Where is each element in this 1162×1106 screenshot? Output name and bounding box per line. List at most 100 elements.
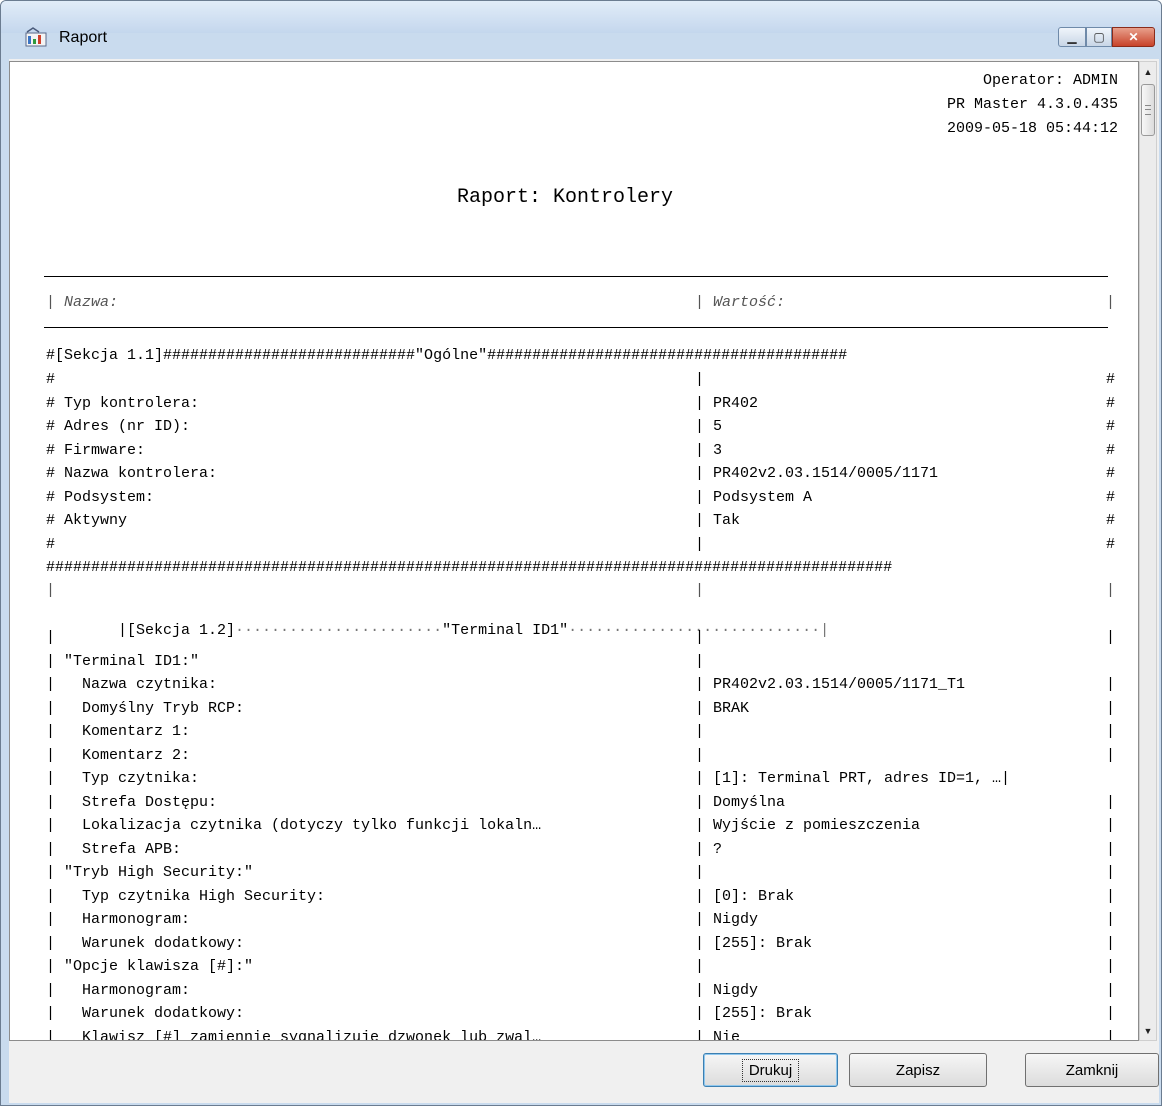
report-line-label: # Firmware:	[46, 441, 146, 459]
report-line-value: | 3	[695, 441, 723, 459]
report-line-end: |	[1106, 958, 1116, 975]
report-line: | Harmonogram: | Nigdy |	[46, 981, 1115, 1004]
report-line-label: | "Terminal ID1:"	[46, 652, 200, 670]
report-line-end: |	[1106, 723, 1116, 740]
report-line-end: |	[1106, 934, 1116, 952]
report-line-end: |	[1106, 981, 1116, 999]
report-line-label: | Typ czytnika High Security:	[46, 887, 326, 905]
section-1-header: #[Sekcja 1.1]###########################…	[46, 347, 848, 364]
report-line-value: |	[695, 746, 705, 764]
report-line: # Podsystem: | Podsystem A #	[46, 488, 1115, 511]
report-line-value: | Wyjście z pomieszczenia	[695, 817, 921, 834]
report-line-end: |	[1106, 746, 1116, 764]
report-line-end: #	[1106, 488, 1116, 506]
report-line-value: | Nie	[695, 1028, 741, 1041]
report-line: # | #	[46, 535, 1115, 558]
report-app-icon	[25, 27, 47, 47]
window-controls: ▁ ▢ ✕	[1058, 27, 1155, 47]
report-line-value: |	[695, 652, 705, 670]
report-line-label: # Podsystem:	[46, 488, 155, 506]
report-window: Raport ▁ ▢ ✕ Operator: ADMIN PR Master 4…	[0, 0, 1162, 1106]
report-line: | Warunek dodatkowy: | [255]: Brak |	[46, 1005, 1115, 1027]
header-top-rule	[44, 276, 1108, 277]
report-line: | Klawisz [#] zamiennie sygnalizuje dzwo…	[46, 1028, 1115, 1041]
report-line-label: | Klawisz [#] zamiennie sygnalizuje dzwo…	[46, 1028, 542, 1041]
report-line: | "Terminal ID1:" |	[46, 653, 1110, 675]
scroll-down-arrow-icon[interactable]: ▼	[1140, 1022, 1156, 1040]
section-1-footer: ########################################…	[46, 559, 893, 576]
report-line-end: |	[1106, 629, 1116, 646]
maximize-button[interactable]: ▢	[1086, 27, 1112, 47]
report-operator: Operator: ADMIN	[982, 72, 1118, 89]
report-line-end: #	[1106, 418, 1116, 435]
report-line-value: |	[695, 723, 705, 740]
report-line-value: |	[695, 582, 705, 599]
report-line-end: |	[1106, 911, 1116, 928]
report-line-value: | [255]: Brak	[695, 1005, 813, 1022]
report-line-label: | Domyślny Tryb RCP:	[46, 699, 245, 717]
report-line-label: # Aktywny	[46, 512, 128, 529]
report-line: # Adres (nr ID): | 5 #	[46, 418, 1115, 440]
report-line: | Warunek dodatkowy: | [255]: Brak |	[46, 934, 1115, 957]
report-line-value: |	[695, 535, 705, 553]
column-header-name: | Nazwa:	[46, 294, 119, 311]
report-line-label: | Harmonogram:	[46, 911, 191, 928]
button-bar: Drukuj Zapisz Zamknij	[9, 1051, 1159, 1099]
report-line-label: | Nazwa czytnika:	[46, 676, 218, 693]
minimize-icon: ▁	[1067, 30, 1077, 44]
close-window-button[interactable]: ✕	[1112, 27, 1155, 47]
report-line: # | #	[46, 371, 1115, 393]
report-line: | | |	[46, 582, 1115, 604]
report-line-label: #	[46, 535, 56, 553]
close-icon: ✕	[1128, 30, 1139, 44]
report-line-label: | Komentarz 2:	[46, 746, 191, 764]
title-bar[interactable]	[1, 1, 1161, 33]
report-line-label: | "Opcje klawisza [#]:"	[46, 958, 254, 975]
report-view[interactable]: Operator: ADMIN PR Master 4.3.0.435 2009…	[9, 61, 1139, 1041]
minimize-button[interactable]: ▁	[1058, 27, 1086, 47]
report-version: PR Master 4.3.0.435	[946, 96, 1118, 113]
report-line-end: #	[1106, 465, 1116, 482]
client-area: Operator: ADMIN PR Master 4.3.0.435 2009…	[9, 59, 1159, 1103]
report-line-value: | Tak	[695, 512, 741, 529]
report-line: | Lokalizacja czytnika (dotyczy tylko fu…	[46, 817, 1115, 839]
report-line: # Typ kontrolera: | PR402 #	[46, 395, 1115, 417]
report-line: | Typ czytnika: | [1]: Terminal PRT, adre…	[46, 770, 1110, 792]
report-line: | Komentarz 1: | |	[46, 723, 1115, 745]
report-line: | Typ czytnika High Security: | [0]: Brak…	[46, 887, 1115, 910]
report-line-end: #	[1106, 394, 1116, 412]
report-line-value: | 5	[695, 418, 723, 435]
report-line-value: |	[695, 371, 705, 388]
report-line: # Firmware: | 3 #	[46, 441, 1115, 464]
column-header-end: |	[1106, 294, 1116, 311]
report-line-end: |	[1106, 699, 1116, 717]
report-line-label: | Warunek dodatkowy:	[46, 1005, 245, 1022]
report-line-end: #	[1106, 512, 1116, 529]
scroll-up-arrow-icon[interactable]: ▲	[1140, 62, 1156, 80]
scroll-thumb[interactable]	[1141, 84, 1155, 136]
report-line: | Komentarz 2: | |	[46, 746, 1115, 769]
report-line-value: | Domyślna	[695, 793, 786, 811]
report-line: | "Tryb High Security:" | |	[46, 864, 1115, 886]
column-header-value: | Wartość:	[695, 294, 786, 311]
vertical-scrollbar[interactable]: ▲ ▼	[1139, 61, 1157, 1041]
report-line-value: | [0]: Brak	[695, 887, 795, 905]
report-line-label: |	[46, 582, 56, 599]
report-line-label: #	[46, 371, 56, 388]
report-line-value: | [255]: Brak	[695, 934, 813, 952]
close-button[interactable]: Zamknij	[1025, 1053, 1159, 1087]
report-line-value: | BRAK	[695, 699, 750, 717]
section-2-header: |[Sekcja 1.2]·······················"Ter…	[46, 605, 1110, 639]
report-line: | Strefa Dostępu: | Domyślna |	[46, 793, 1115, 816]
report-line-label: | Harmonogram:	[46, 981, 191, 999]
report-line-end: |	[1106, 582, 1116, 599]
report-line: | Nazwa czytnika: | PR402v2.03.1514/0005/…	[46, 676, 1115, 698]
report-line-value: |	[695, 958, 705, 975]
report-line-end: #	[1106, 441, 1116, 459]
print-button[interactable]: Drukuj	[703, 1053, 838, 1087]
report-line-end: |	[1106, 840, 1116, 858]
save-button[interactable]: Zapisz	[849, 1053, 987, 1087]
report-line: | Strefa APB: | ? |	[46, 841, 1115, 863]
report-line-label: | Typ czytnika:	[46, 770, 200, 787]
report-line-end: #	[1106, 535, 1116, 553]
